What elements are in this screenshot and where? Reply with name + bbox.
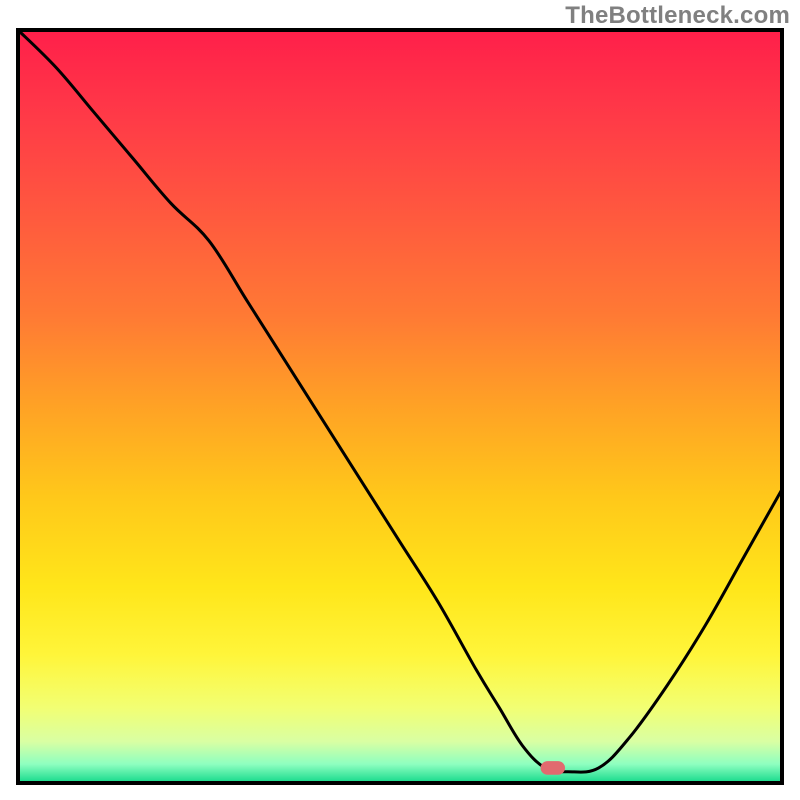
gradient-background: [18, 30, 782, 783]
optimum-marker: [541, 761, 565, 775]
chart-canvas: TheBottleneck.com: [0, 0, 800, 800]
watermark-text: TheBottleneck.com: [565, 2, 790, 30]
bottleneck-chart: [0, 0, 800, 800]
